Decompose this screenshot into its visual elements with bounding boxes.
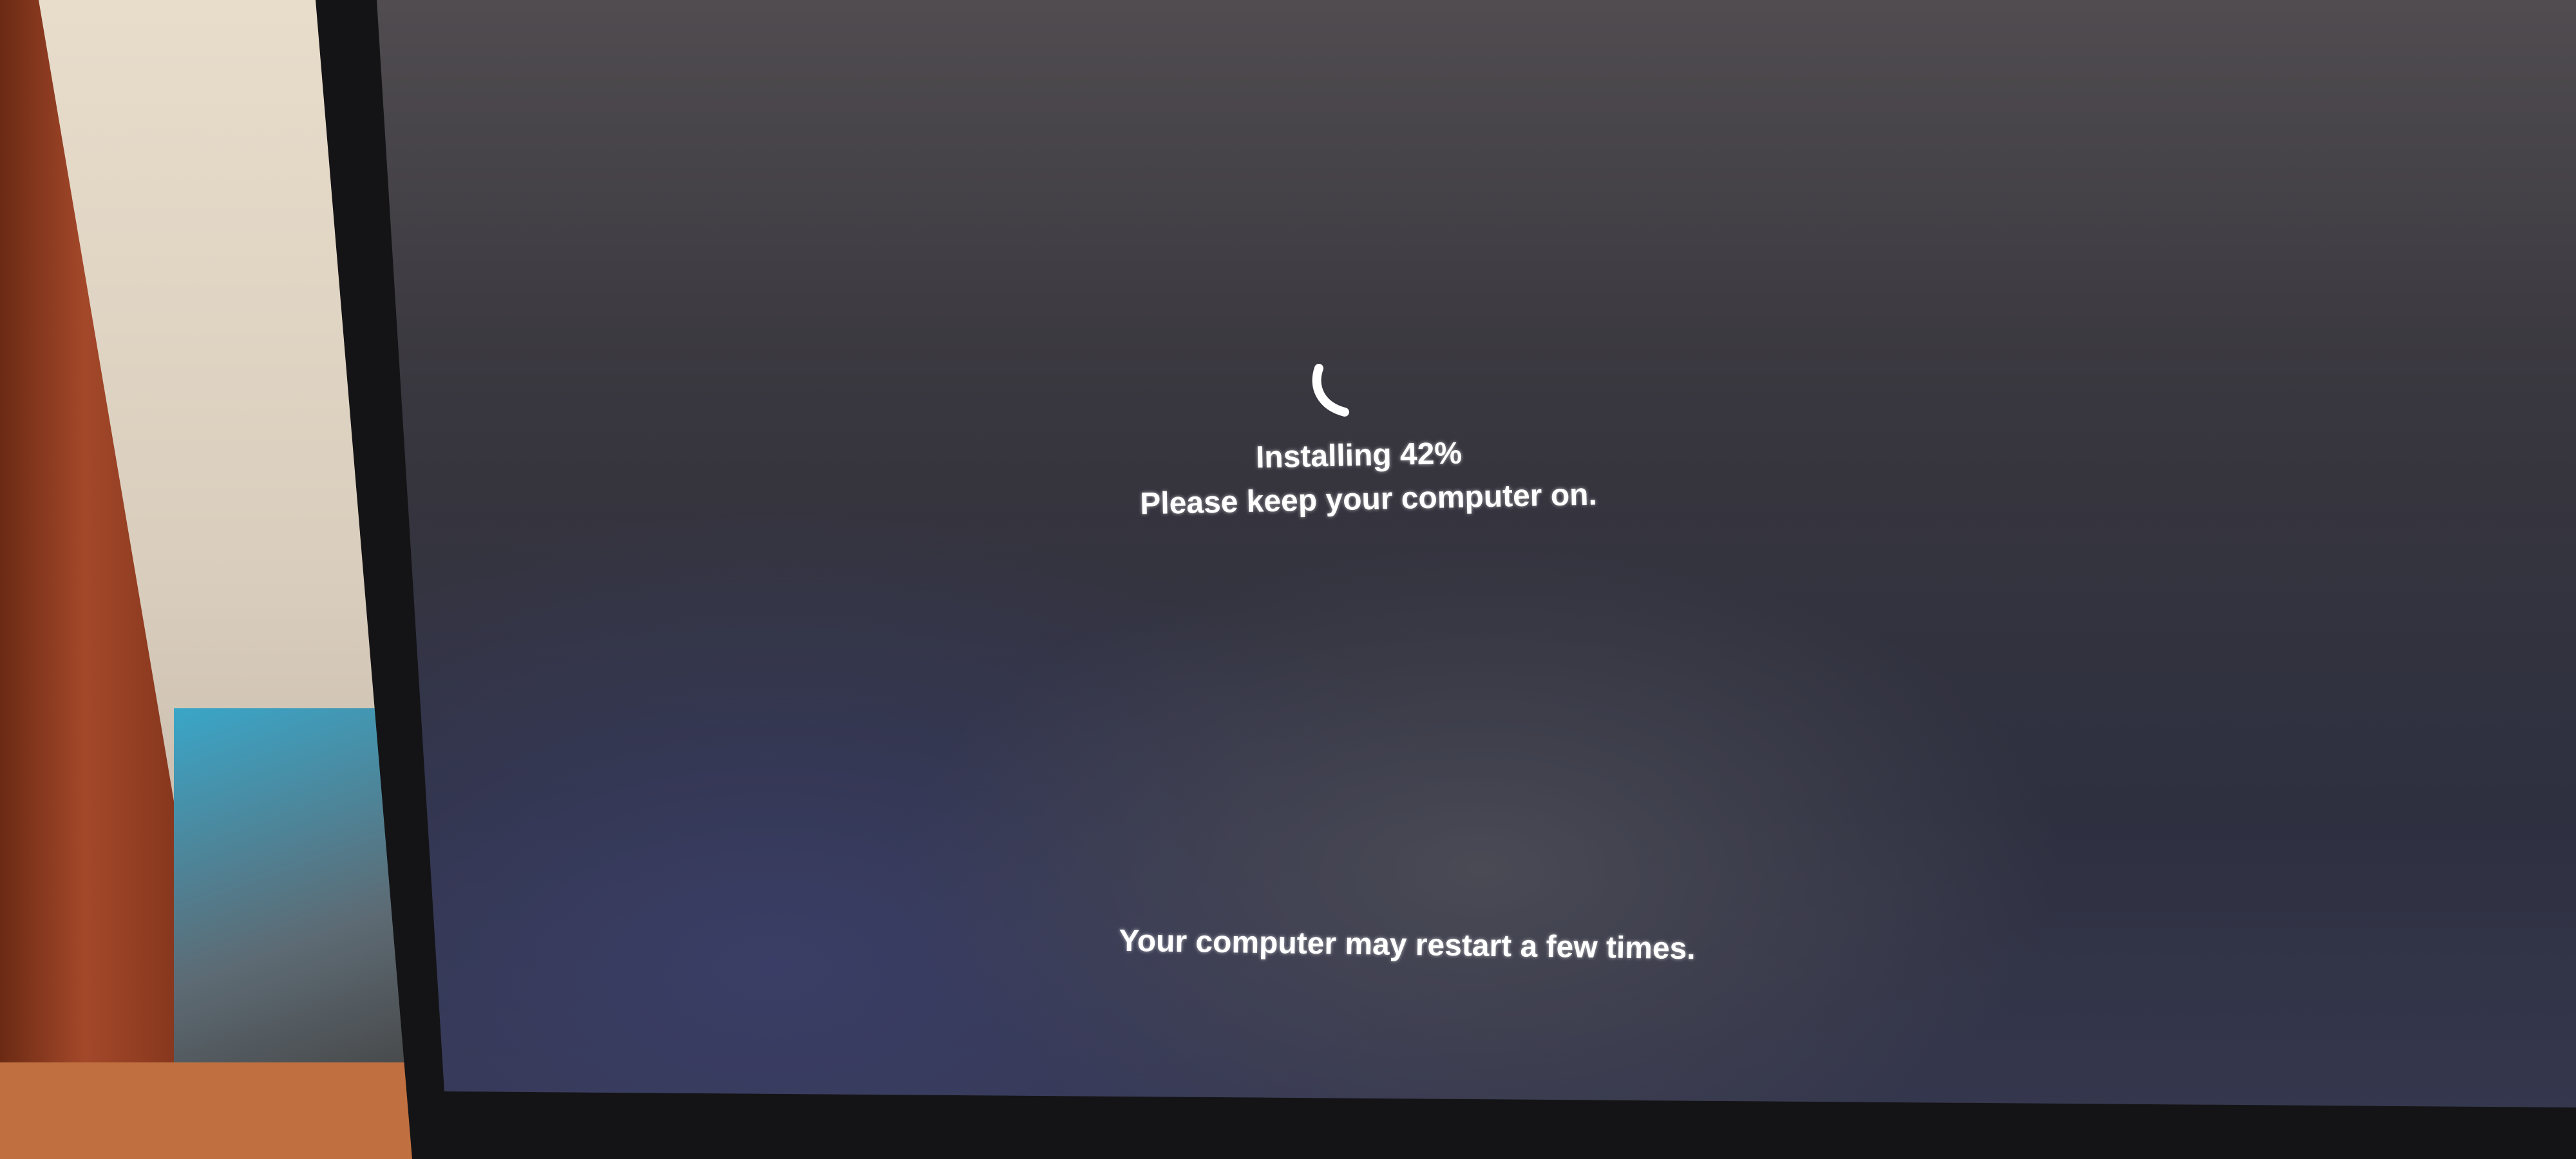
installing-progress-text: Installing 42%: [1255, 436, 1463, 475]
keep-on-message: Please keep your computer on.: [1139, 477, 1598, 522]
restart-notice: Your computer may restart a few times.: [1118, 923, 1696, 966]
background-cloth: [174, 708, 406, 1095]
desk: [0, 1062, 451, 1159]
loading-spinner-icon: [1312, 364, 1349, 417]
